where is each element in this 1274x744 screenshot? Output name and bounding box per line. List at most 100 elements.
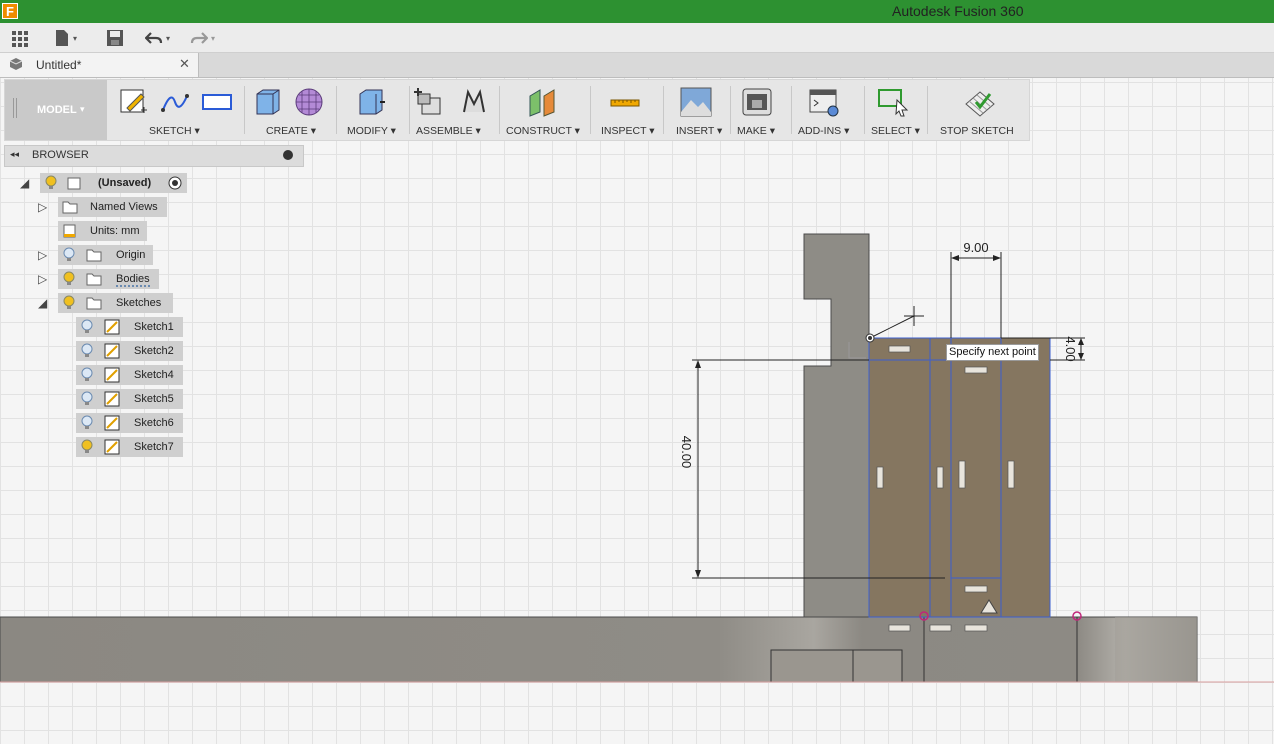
measure-icon[interactable] — [609, 86, 641, 118]
file-menu-button[interactable]: ▾ — [54, 28, 77, 48]
stop-sketch-button[interactable]: STOP SKETCH — [930, 80, 1028, 140]
redo-button[interactable]: ▾ — [190, 28, 215, 48]
sketch-icon — [104, 343, 120, 359]
press-pull-icon[interactable] — [354, 86, 386, 118]
scripts-icon[interactable] — [808, 86, 840, 118]
make-group[interactable]: MAKE ▾ — [733, 80, 791, 140]
spline-icon[interactable] — [159, 86, 191, 118]
select-icon[interactable] — [877, 86, 909, 118]
create-sketch-icon[interactable] — [117, 86, 149, 118]
collapse-icon[interactable]: ◂◂ — [10, 149, 19, 160]
folder-icon — [86, 273, 102, 286]
lightbulb-icon[interactable] — [80, 319, 94, 335]
browser-item-sketch[interactable]: Sketch7 — [76, 437, 183, 457]
browser-item-origin[interactable]: Origin — [58, 245, 153, 265]
lightbulb-icon[interactable] — [80, 367, 94, 383]
browser-root[interactable]: (Unsaved) — [40, 173, 187, 193]
rectangle-icon[interactable] — [201, 86, 233, 118]
document-tab-label: Untitled* — [36, 58, 82, 72]
add-ins-group[interactable]: ADD-INS ▾ — [794, 80, 864, 140]
select-menu[interactable]: SELECT ▾ — [871, 125, 920, 137]
3d-print-icon[interactable] — [741, 86, 773, 118]
document-tab[interactable]: Untitled* ✕ — [0, 53, 199, 77]
lightbulb-icon[interactable] — [62, 247, 76, 263]
grid-icon[interactable] — [10, 28, 30, 48]
lightbulb-icon[interactable] — [80, 343, 94, 359]
lightbulb-icon[interactable] — [80, 439, 94, 455]
expand-icon[interactable]: ▷ — [38, 200, 47, 214]
browser-item-named-views[interactable]: Named Views — [58, 197, 167, 217]
inspect-group[interactable]: INSPECT ▾ — [593, 80, 663, 140]
lightbulb-icon[interactable] — [62, 271, 76, 287]
inspect-menu[interactable]: INSPECT ▾ — [601, 125, 655, 137]
insert-group[interactable]: INSERT ▾ — [666, 80, 730, 140]
browser-item-units[interactable]: Units: mm — [58, 221, 147, 241]
collapse-icon[interactable]: ◢ — [38, 296, 47, 310]
insert-image-icon[interactable] — [680, 86, 712, 118]
undo-button[interactable]: ▾ — [145, 28, 170, 48]
browser-header[interactable]: ◂◂ BROWSER — [4, 145, 304, 167]
select-group[interactable]: SELECT ▾ — [867, 80, 927, 140]
construct-group[interactable]: CONSTRUCT ▾ — [502, 80, 590, 140]
sketch-icon — [104, 367, 120, 383]
dimension-thickness[interactable]: 4.00 — [1063, 336, 1078, 361]
offset-plane-icon[interactable] — [526, 86, 558, 118]
browser-item-sketch[interactable]: Sketch1 — [76, 317, 183, 337]
main-toolbar: MODEL ▾ SKETCH ▾ CREATE ▾ MODIFY ▾ ASSEM… — [4, 79, 1030, 141]
document-tab-bar: Untitled* ✕ — [0, 53, 1274, 78]
workspace-switcher[interactable]: MODEL ▾ — [5, 80, 107, 140]
browser-item-bodies[interactable]: Bodies — [58, 269, 159, 289]
undo-icon — [145, 32, 163, 44]
extrude-icon[interactable] — [251, 86, 283, 118]
sketch-icon — [104, 415, 120, 431]
design-canvas[interactable]: 9.00 4.00 40.00 Specify next point — [0, 78, 1274, 744]
lightbulb-icon[interactable] — [44, 175, 58, 191]
joint-icon[interactable] — [458, 86, 490, 118]
dimension-width[interactable]: 9.00 — [963, 240, 988, 255]
root-collapse-icon[interactable]: ◢ — [20, 176, 29, 190]
cursor-tooltip: Specify next point — [946, 344, 1039, 361]
modify-group[interactable]: MODIFY ▾ — [339, 80, 409, 140]
construct-menu[interactable]: CONSTRUCT ▾ — [506, 125, 580, 137]
browser-item-sketch[interactable]: Sketch4 — [76, 365, 183, 385]
viewport-drawing[interactable]: 9.00 4.00 40.00 — [0, 78, 1274, 744]
pin-icon[interactable] — [283, 150, 293, 160]
create-group[interactable]: CREATE ▾ — [247, 80, 333, 140]
dimension-height[interactable]: 40.00 — [679, 436, 694, 469]
sketch-menu[interactable]: SKETCH ▾ — [149, 125, 200, 137]
make-menu[interactable]: MAKE ▾ — [737, 125, 775, 137]
activate-icon[interactable] — [167, 175, 183, 191]
insert-menu[interactable]: INSERT ▾ — [676, 125, 722, 137]
assemble-menu[interactable]: ASSEMBLE ▾ — [416, 125, 481, 137]
folder-icon — [86, 297, 102, 310]
post-body — [803, 233, 870, 618]
browser-item-sketches[interactable]: Sketches — [58, 293, 173, 313]
app-logo-icon: F — [2, 3, 18, 19]
browser-item-sketch[interactable]: Sketch5 — [76, 389, 183, 409]
modify-menu[interactable]: MODIFY ▾ — [347, 125, 396, 137]
base-body — [0, 616, 1198, 683]
base-slot — [770, 649, 903, 683]
expand-icon[interactable]: ▷ — [38, 272, 47, 286]
form-icon[interactable] — [293, 86, 325, 118]
browser-title: BROWSER — [32, 149, 89, 161]
folder-icon — [62, 201, 78, 214]
app-title: Autodesk Fusion 360 — [892, 3, 1024, 19]
expand-icon[interactable]: ▷ — [38, 248, 47, 262]
browser-item-sketch[interactable]: Sketch2 — [76, 341, 183, 361]
assemble-group[interactable]: ASSEMBLE ▾ — [412, 80, 500, 140]
file-icon — [56, 30, 68, 46]
folder-icon — [86, 249, 102, 262]
create-menu[interactable]: CREATE ▾ — [266, 125, 316, 137]
save-button[interactable] — [106, 28, 124, 48]
lightbulb-icon[interactable] — [80, 415, 94, 431]
lightbulb-icon[interactable] — [80, 391, 94, 407]
component-icon — [67, 177, 81, 190]
save-icon — [107, 30, 123, 46]
close-icon[interactable]: ✕ — [179, 56, 190, 72]
new-component-icon[interactable] — [414, 86, 446, 118]
lightbulb-icon[interactable] — [62, 295, 76, 311]
add-ins-menu[interactable]: ADD-INS ▾ — [798, 125, 849, 137]
browser-item-sketch[interactable]: Sketch6 — [76, 413, 183, 433]
sketch-group[interactable]: SKETCH ▾ — [113, 80, 241, 140]
